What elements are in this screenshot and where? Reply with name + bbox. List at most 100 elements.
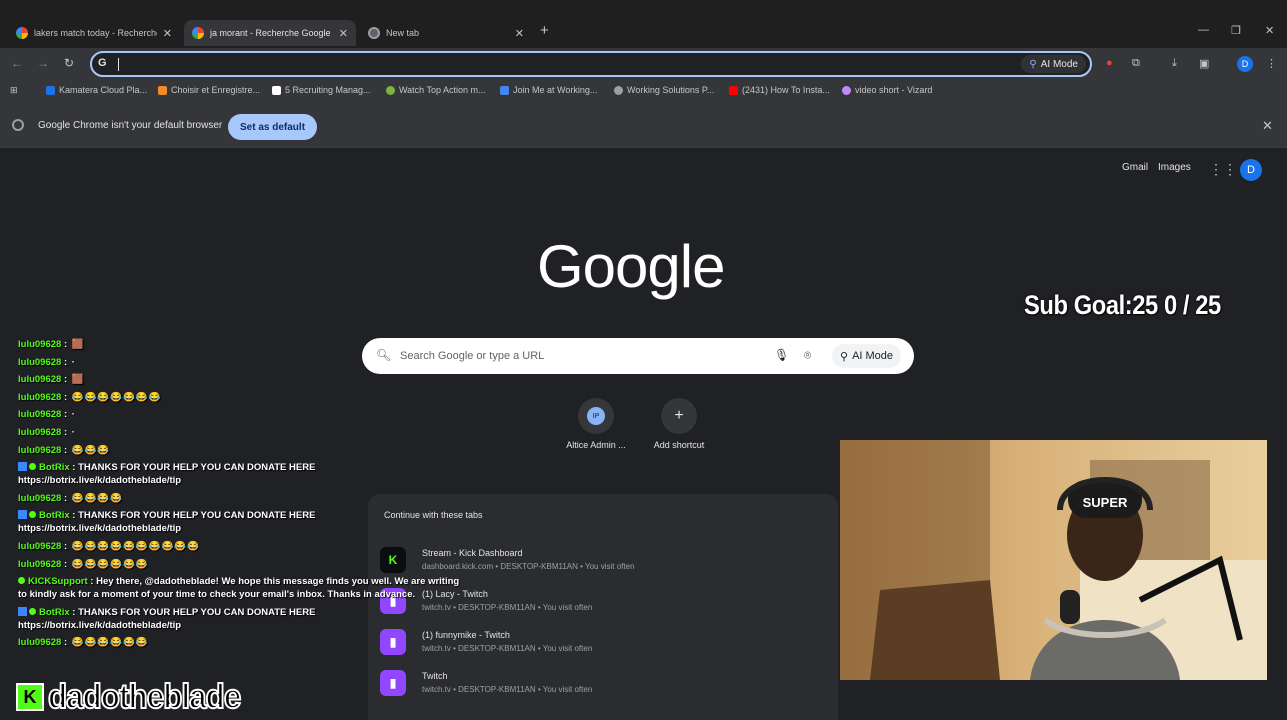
new-tab-plus-icon[interactable]: + <box>540 22 549 39</box>
chat-text: : 😂😂😂😂 <box>63 492 124 504</box>
shortcut-tile: IP <box>578 398 614 434</box>
chat-message: lulu09628 : 😂😂😂😂 <box>18 492 458 505</box>
chat-text: : 😂😂😂😂😂😂 <box>63 637 149 649</box>
chat-text-continued: https://botrix.live/k/dadotheblade/tip <box>18 619 182 631</box>
bookmark-working-solutions[interactable]: Working Solutions P... <box>614 85 714 95</box>
bot-badge-icon <box>18 606 27 616</box>
chat-message: lulu09628 : 😂😂😂 <box>18 444 458 457</box>
chat-message: lulu09628 : 😂😂😂😂😂😂😂😂😂😂 <box>18 540 458 553</box>
tab-strip: lakers match today - Recherche Google ✕ … <box>0 0 1287 48</box>
download-icon[interactable]: ⤓ <box>1172 57 1177 70</box>
chat-message: KICKSupport : Hey there, @dadotheblade! … <box>18 575 460 601</box>
verified-dot-icon <box>18 577 25 585</box>
forward-icon[interactable]: → <box>37 56 49 70</box>
images-link[interactable]: Images <box>1158 162 1191 173</box>
ai-mode-button[interactable]: ⚲ AI Mode <box>1021 55 1086 73</box>
close-window-icon[interactable]: ✕ <box>1265 24 1274 37</box>
bookmark-join-me[interactable]: Join Me at Working... <box>500 85 597 95</box>
google-logo: Google <box>537 233 725 300</box>
menu-kebab-icon[interactable]: ⋮ <box>1266 57 1277 70</box>
bookmark-label: 5 Recruiting Manag... <box>285 85 371 95</box>
webcam-feed: SUPER <box>840 440 1267 680</box>
shortcut-label: Add shortcut <box>653 440 705 450</box>
bookmark-favicon-icon <box>272 85 281 95</box>
tab-new-tab[interactable]: New tab ✕ <box>360 20 532 46</box>
lens-camera-icon[interactable]: ⌾ <box>804 348 811 363</box>
chat-text: : 😂😂😂 <box>63 444 111 456</box>
tab-title: New tab <box>386 28 420 38</box>
chat-message: lulu09628 : 🟫 <box>18 373 458 386</box>
search-ai-mode-button[interactable]: ⚲ AI Mode <box>832 344 902 368</box>
bookmark-label: Choisir et Enregistre... <box>171 85 261 95</box>
chat-text: : Hey there, @dadotheblade! We hope this… <box>90 576 460 588</box>
shortcut-altice-admin[interactable]: IP Altice Admin ... <box>556 398 636 450</box>
streamer-name-overlay: K dadotheblade <box>16 677 257 717</box>
chat-message: BotRix : THANKS FOR YOUR HELP YOU CAN DO… <box>18 461 458 487</box>
tab-lakers[interactable]: lakers match today - Recherche Google ✕ <box>8 20 180 46</box>
chat-message: BotRix : THANKS FOR YOUR HELP YOU CAN DO… <box>18 606 458 632</box>
chat-text: : 🟫 <box>63 339 85 350</box>
bookmark-label: Watch Top Action m... <box>399 85 486 95</box>
bookmark-favicon-icon <box>158 85 167 95</box>
bookmark-choisir[interactable]: Choisir et Enregistre... <box>158 85 260 95</box>
tab-title: ja morant - Recherche Google <box>210 28 331 38</box>
chat-text: : · <box>63 356 76 368</box>
minimize-icon[interactable]: — <box>1198 24 1209 36</box>
chat-username: BotRix <box>39 510 70 522</box>
tab-close-icon[interactable]: ✕ <box>163 27 172 40</box>
tab-close-icon[interactable]: ✕ <box>515 27 524 40</box>
apps-grid-icon[interactable]: ⊞ <box>10 85 18 96</box>
verified-dot-icon <box>29 463 36 471</box>
youtube-icon <box>729 85 738 95</box>
chat-message: lulu09628 : 🟫 <box>18 338 458 351</box>
chat-text: : · <box>63 426 76 438</box>
bookmark-youtube[interactable]: (2431) How To Insta... <box>729 85 830 95</box>
bookmark-label: Working Solutions P... <box>627 85 715 95</box>
chat-username: lulu09628 <box>18 356 62 368</box>
side-panel-icon[interactable]: ▣ <box>1199 57 1209 70</box>
bookmark-kamatera[interactable]: Kamatera Cloud Pla... <box>46 85 147 95</box>
google-favicon-icon <box>16 27 28 39</box>
set-as-default-button[interactable]: Set as default <box>228 114 318 140</box>
chat-text: : THANKS FOR YOUR HELP YOU CAN DONATE HE… <box>72 510 316 522</box>
chat-username: BotRix <box>39 462 70 474</box>
restore-icon[interactable]: ❐ <box>1231 24 1241 37</box>
bookmark-favicon-icon <box>842 85 851 95</box>
google-favicon-icon <box>192 27 204 39</box>
extension-red-icon[interactable]: ● <box>1106 57 1113 69</box>
back-icon[interactable]: ← <box>11 56 23 70</box>
microphone-icon[interactable]: 🎙︎ <box>774 348 789 362</box>
chat-username: lulu09628 <box>18 426 62 438</box>
chat-message: BotRix : THANKS FOR YOUR HELP YOU CAN DO… <box>18 509 458 535</box>
infobar-close-icon[interactable]: ✕ <box>1262 118 1273 134</box>
add-shortcut-button[interactable]: + Add shortcut <box>639 398 719 450</box>
bot-badge-icon <box>18 462 27 472</box>
sub-goal-overlay: Sub Goal:25 0 / 25 <box>1024 290 1221 320</box>
continue-item-twitch[interactable]: ▮ Twitch twitch.tv • DESKTOP-KBM11AN • Y… <box>380 667 820 705</box>
text-caret <box>118 58 119 71</box>
chat-text-continued: https://botrix.live/k/dadotheblade/tip <box>18 523 182 535</box>
tab-ja-morant[interactable]: ja morant - Recherche Google ✕ <box>184 20 356 46</box>
google-apps-icon[interactable]: ⋮⋮ <box>1209 161 1237 178</box>
verified-dot-icon <box>29 607 36 615</box>
reload-icon[interactable]: ↻ <box>64 56 74 70</box>
chat-text-continued: https://botrix.live/k/dadotheblade/tip <box>18 475 182 487</box>
bookmark-label: video short - Vizard <box>855 85 933 95</box>
chat-message: lulu09628 : · <box>18 408 458 421</box>
chat-username: lulu09628 <box>18 637 62 649</box>
chat-text: : · <box>63 409 76 421</box>
bookmark-recruiting[interactable]: 5 Recruiting Manag... <box>272 85 371 95</box>
account-avatar[interactable]: D <box>1240 159 1262 181</box>
bookmark-vizard[interactable]: video short - Vizard <box>842 85 932 95</box>
chat-text: : THANKS FOR YOUR HELP YOU CAN DONATE HE… <box>72 606 316 618</box>
bookmark-favicon-icon <box>614 85 623 95</box>
bookmark-label: Join Me at Working... <box>513 85 598 95</box>
gmail-link[interactable]: Gmail <box>1122 162 1148 173</box>
chat-message: lulu09628 : 😂😂😂😂😂😂 <box>18 558 458 571</box>
extensions-puzzle-icon[interactable]: ⧉ <box>1132 57 1140 70</box>
address-bar[interactable]: G ⚲ AI Mode <box>90 51 1092 77</box>
tab-close-icon[interactable]: ✕ <box>339 27 348 40</box>
profile-avatar[interactable]: D <box>1237 56 1253 72</box>
bookmark-watch-top-action[interactable]: Watch Top Action m... <box>386 85 486 95</box>
chat-text: : 😂😂😂😂😂😂😂😂😂😂 <box>63 540 201 552</box>
